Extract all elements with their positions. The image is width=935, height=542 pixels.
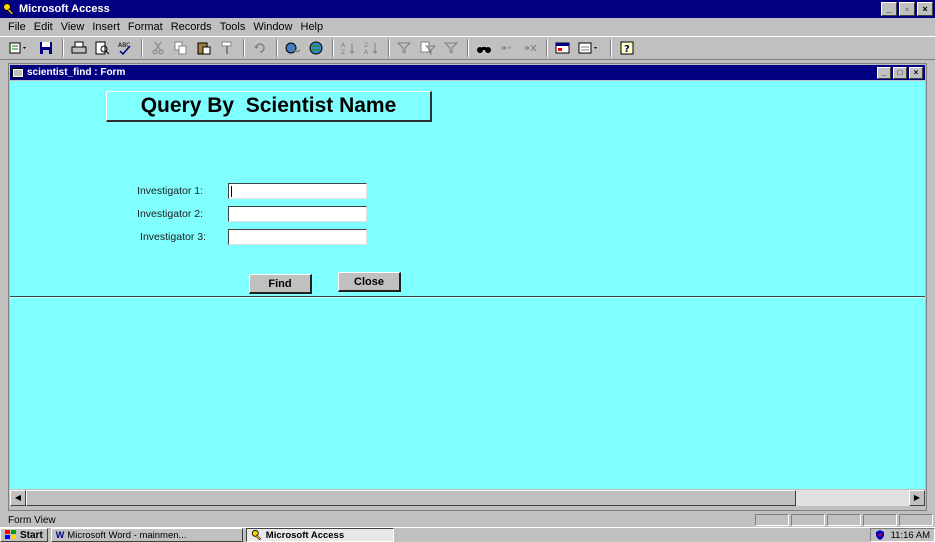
investigator-2-label: Investigator 2: xyxy=(137,208,203,220)
app-title: Microsoft Access xyxy=(19,3,110,15)
apply-filter-icon[interactable] xyxy=(440,38,462,58)
clock: 11:16 AM xyxy=(890,529,930,541)
status-text: Form View xyxy=(8,514,56,526)
svg-text:Z: Z xyxy=(341,49,345,55)
help-icon[interactable]: ? xyxy=(616,38,638,58)
investigator-1-label: Investigator 1: xyxy=(137,185,203,197)
form-window-title: scientist_find : Form xyxy=(27,67,126,78)
scroll-left-arrow-icon[interactable]: ◀ xyxy=(10,489,26,506)
menu-records[interactable]: Records xyxy=(167,21,216,33)
start-label: Start xyxy=(20,529,43,541)
taskbar-item-word[interactable]: W Microsoft Word - mainmen... xyxy=(50,528,243,542)
filter-by-selection-icon[interactable] xyxy=(394,38,416,58)
toolbar-separator xyxy=(332,39,334,57)
print-preview-icon[interactable] xyxy=(91,38,113,58)
taskbar: Start W Microsoft Word - mainmen... Micr… xyxy=(0,527,935,542)
app-restore-button[interactable]: ▫ xyxy=(899,2,915,16)
windows-logo-icon xyxy=(5,530,17,540)
menu-insert[interactable]: Insert xyxy=(88,21,124,33)
toolbar-separator xyxy=(62,39,64,57)
save-icon[interactable] xyxy=(35,38,57,58)
svg-text:*: * xyxy=(508,45,512,53)
menu-format[interactable]: Format xyxy=(124,21,167,33)
find-button[interactable]: Find xyxy=(249,274,312,294)
word-icon: W xyxy=(55,530,65,540)
copy-icon[interactable] xyxy=(170,38,192,58)
new-object-icon[interactable] xyxy=(575,38,605,58)
menu-view[interactable]: View xyxy=(57,21,89,33)
print-icon[interactable] xyxy=(68,38,90,58)
format-painter-icon[interactable] xyxy=(216,38,238,58)
form-window: scientist_find : Form _ □ × Query By Sci… xyxy=(8,63,927,511)
investigator-2-input[interactable] xyxy=(228,206,367,222)
start-button[interactable]: Start xyxy=(0,528,48,542)
sort-descending-icon[interactable]: ZA xyxy=(361,38,383,58)
horizontal-scrollbar[interactable]: ◀ ▶ xyxy=(10,489,925,506)
taskbar-item-label: Microsoft Access xyxy=(265,529,345,541)
status-indicator-cell xyxy=(899,514,933,526)
svg-text:A: A xyxy=(341,42,346,49)
form-detail-section: Query By Scientist Name Investigator 1: … xyxy=(10,81,925,489)
svg-text:A: A xyxy=(364,49,369,55)
toolbar-separator xyxy=(276,39,278,57)
menu-tools[interactable]: Tools xyxy=(216,21,250,33)
new-record-icon[interactable]: * xyxy=(496,38,518,58)
access-key-icon xyxy=(251,529,263,541)
delete-record-icon[interactable] xyxy=(519,38,541,58)
text-cursor xyxy=(231,186,232,197)
access-key-icon xyxy=(2,2,16,16)
undo-icon[interactable] xyxy=(249,38,271,58)
sort-ascending-icon[interactable]: AZ xyxy=(338,38,360,58)
scroll-thumb[interactable] xyxy=(26,489,796,506)
menu-window[interactable]: Window xyxy=(249,21,296,33)
shield-icon[interactable] xyxy=(875,530,885,540)
svg-text:?: ? xyxy=(624,44,630,55)
menu-edit[interactable]: Edit xyxy=(30,21,57,33)
menu-bar: File Edit View Insert Format Records Too… xyxy=(0,18,935,36)
form-window-title-bar: scientist_find : Form _ □ × xyxy=(10,65,925,80)
filter-by-form-icon[interactable] xyxy=(417,38,439,58)
status-indicator-cell xyxy=(863,514,897,526)
toolbar-separator xyxy=(610,39,612,57)
form-minimize-button[interactable]: _ xyxy=(877,66,891,79)
status-indicator-cell xyxy=(827,514,861,526)
paste-icon[interactable] xyxy=(193,38,215,58)
section-divider xyxy=(10,296,925,298)
view-icon[interactable] xyxy=(4,38,34,58)
insert-hyperlink-icon[interactable] xyxy=(282,38,304,58)
form-icon xyxy=(12,67,24,78)
toolbar-separator xyxy=(546,39,548,57)
svg-text:Z: Z xyxy=(364,42,368,49)
cut-icon[interactable] xyxy=(147,38,169,58)
investigator-3-input[interactable] xyxy=(228,229,367,245)
find-icon[interactable] xyxy=(473,38,495,58)
scroll-track[interactable] xyxy=(26,489,909,506)
system-tray: 11:16 AM xyxy=(869,528,935,542)
web-toolbar-icon[interactable] xyxy=(305,38,327,58)
toolbar-separator xyxy=(141,39,143,57)
status-indicator-cell xyxy=(755,514,789,526)
app-title-bar: Microsoft Access _ ▫ × xyxy=(0,0,935,18)
taskbar-item-access[interactable]: Microsoft Access xyxy=(245,528,394,542)
form-heading: Query By Scientist Name xyxy=(106,91,432,122)
form-restore-button[interactable]: □ xyxy=(893,66,907,79)
toolbar-separator xyxy=(243,39,245,57)
form-close-button[interactable]: × xyxy=(909,66,923,79)
database-window-icon[interactable] xyxy=(552,38,574,58)
menu-help[interactable]: Help xyxy=(297,21,328,33)
app-close-button[interactable]: × xyxy=(917,2,933,16)
spelling-icon[interactable]: ABC xyxy=(114,38,136,58)
scroll-right-arrow-icon[interactable]: ▶ xyxy=(909,489,925,506)
app-minimize-button[interactable]: _ xyxy=(881,2,897,16)
close-button[interactable]: Close xyxy=(338,272,401,292)
toolbar: ABC AZ ZA * ? xyxy=(0,36,935,60)
investigator-1-input[interactable] xyxy=(228,183,367,199)
status-bar: Form View xyxy=(0,513,935,527)
menu-file[interactable]: File xyxy=(4,21,30,33)
taskbar-item-label: Microsoft Word - mainmen... xyxy=(67,529,187,541)
investigator-3-label: Investigator 3: xyxy=(140,231,206,243)
toolbar-separator xyxy=(467,39,469,57)
toolbar-separator xyxy=(388,39,390,57)
status-indicator-cell xyxy=(791,514,825,526)
